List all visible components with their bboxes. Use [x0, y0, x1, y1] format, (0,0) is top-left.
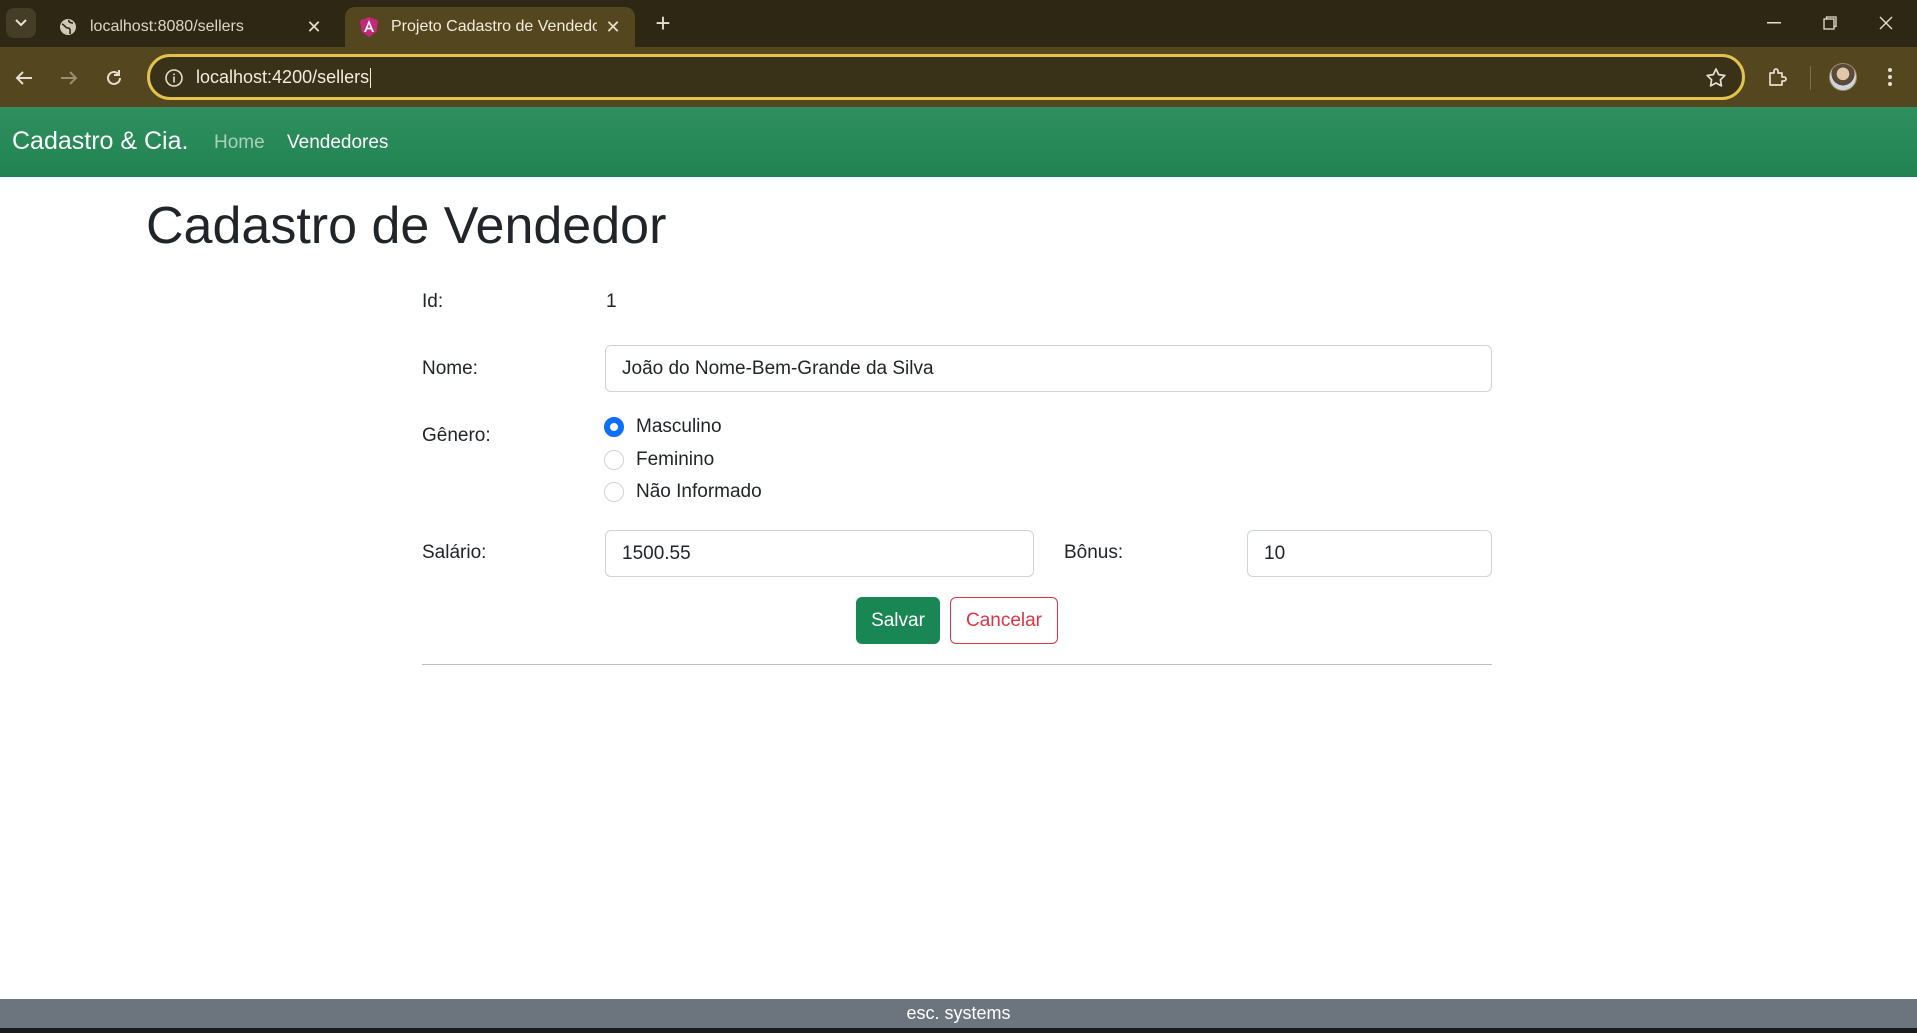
- save-button[interactable]: Salvar: [856, 597, 940, 644]
- browser-tab-sellers-api[interactable]: localhost:8080/sellers ✕: [44, 7, 336, 47]
- nav-link-home[interactable]: Home: [214, 132, 265, 154]
- page-title: Cadastro de Vendedor: [146, 197, 667, 255]
- browser-menu-icon[interactable]: [1873, 60, 1907, 94]
- radio-label: Feminino: [636, 449, 715, 470]
- cancel-button[interactable]: Cancelar: [950, 597, 1058, 644]
- radio-label: Não Informado: [636, 481, 762, 502]
- footer-text: esc. systems: [906, 1003, 1011, 1023]
- angular-icon: [359, 17, 379, 37]
- name-input[interactable]: João do Nome-Bem-Grande da Silva: [605, 345, 1492, 392]
- radio-option-feminino[interactable]: Feminino: [604, 447, 714, 473]
- extensions-puzzle-icon[interactable]: [1761, 60, 1795, 94]
- radio-button[interactable]: [604, 482, 624, 502]
- toolbar-divider: [1810, 66, 1811, 90]
- reload-icon[interactable]: [99, 63, 129, 93]
- bonus-label: Bônus:: [1064, 542, 1124, 563]
- address-bar[interactable]: localhost:4200/sellers: [147, 54, 1745, 100]
- close-tab-icon[interactable]: ✕: [603, 17, 623, 37]
- radio-label: Masculino: [636, 416, 722, 437]
- id-value: 1: [606, 291, 617, 312]
- radio-option-masculino[interactable]: Masculino: [604, 414, 722, 440]
- name-label: Nome:: [422, 358, 478, 379]
- radio-button[interactable]: [604, 450, 624, 470]
- site-navbar: Cadastro & Cia. Home Vendedores: [0, 107, 1917, 177]
- radio-button-checked[interactable]: [604, 417, 624, 437]
- close-window-icon[interactable]: [1866, 8, 1906, 38]
- back-arrow-icon[interactable]: [9, 63, 39, 93]
- text-cursor: [370, 68, 372, 89]
- browser-tab-bar: localhost:8080/sellers ✕ Projeto Cadastr…: [0, 0, 1917, 47]
- minimize-window-icon[interactable]: [1754, 8, 1794, 38]
- tab-title: Projeto Cadastro de Vendedores: [391, 18, 597, 35]
- tab-title: localhost:8080/sellers: [90, 18, 244, 35]
- salary-label: Salário:: [422, 542, 487, 563]
- globe-icon: [58, 17, 78, 37]
- salary-input[interactable]: 1500.55: [605, 530, 1034, 577]
- nav-link-vendedores[interactable]: Vendedores: [287, 132, 388, 154]
- page-footer: esc. systems: [0, 999, 1917, 1028]
- url-text: localhost:4200/sellers: [196, 67, 370, 87]
- form-divider: [422, 664, 1492, 665]
- restore-window-icon[interactable]: [1810, 8, 1850, 38]
- id-label: Id:: [422, 291, 444, 312]
- profile-avatar[interactable]: [1829, 63, 1857, 91]
- taskbar-edge: [0, 1028, 1917, 1033]
- tab-search-chevron-icon[interactable]: [6, 8, 36, 38]
- radio-option-nao-informado[interactable]: Não Informado: [604, 479, 762, 505]
- site-info-icon[interactable]: [164, 68, 184, 88]
- close-tab-icon[interactable]: ✕: [304, 17, 324, 37]
- browser-tab-active[interactable]: Projeto Cadastro de Vendedores ✕: [345, 7, 635, 47]
- bonus-input[interactable]: 10: [1247, 530, 1492, 577]
- forward-arrow-icon[interactable]: [54, 63, 84, 93]
- browser-toolbar: localhost:4200/sellers: [0, 47, 1917, 107]
- new-tab-plus-icon[interactable]: +: [649, 10, 677, 38]
- gender-label: Gênero:: [422, 425, 491, 446]
- brand-logo-text[interactable]: Cadastro & Cia.: [12, 127, 188, 156]
- bookmark-star-icon[interactable]: [1704, 66, 1728, 90]
